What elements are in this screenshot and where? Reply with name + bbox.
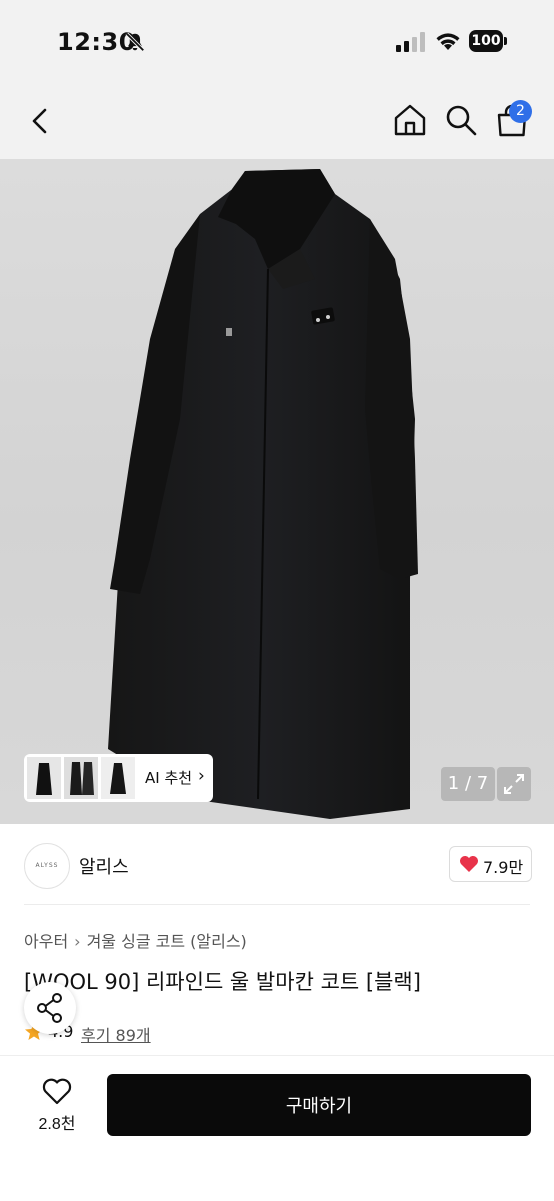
battery-level: 100 — [469, 30, 503, 52]
review-count-link[interactable]: 후기 89개 — [81, 1022, 151, 1046]
battery-tip — [504, 37, 507, 45]
battery-icon: 100 — [469, 30, 507, 52]
nav-bar — [0, 84, 554, 159]
product-title: [WOOL 90] 리파인드 울 발마칸 코트 [블랙] — [24, 970, 421, 994]
divider — [24, 904, 530, 905]
share-button[interactable] — [24, 982, 76, 1034]
home-icon — [394, 104, 426, 136]
heart-icon — [460, 856, 478, 872]
brand-like-count: 7.9만 — [483, 858, 524, 877]
thumbnail-1[interactable] — [27, 757, 61, 799]
chevron-right-icon: › — [198, 766, 205, 786]
brand-like-button[interactable]: 7.9만 — [449, 846, 532, 882]
share-icon — [37, 993, 62, 1023]
wifi-icon — [436, 33, 460, 50]
breadcrumb-item[interactable]: 겨울 싱글 코트 (알리스) — [87, 932, 247, 951]
brand-name[interactable]: 알리스 — [79, 853, 129, 879]
signal-icon — [396, 32, 425, 52]
breadcrumb-chevron-icon: › — [74, 932, 81, 951]
cart-count-badge: 2 — [509, 100, 532, 123]
thumbnail-2[interactable] — [64, 757, 98, 799]
product-image[interactable]: AI 추천 › 1 / 7 — [0, 159, 554, 824]
ai-recommend-strip[interactable]: AI 추천 › — [24, 754, 213, 802]
image-page-indicator: 1 / 7 — [441, 767, 495, 801]
thumbnail-3[interactable] — [101, 757, 135, 799]
home-button[interactable] — [392, 102, 428, 138]
bell-slash-icon — [125, 32, 145, 52]
search-button[interactable] — [443, 102, 479, 138]
bottom-action-bar: 2.8천 구매하기 — [0, 1055, 554, 1201]
expand-icon — [504, 774, 524, 794]
coat-photo — [108, 169, 418, 819]
wishlist-count: 2.8천 — [38, 1116, 76, 1133]
buy-button[interactable]: 구매하기 — [107, 1074, 531, 1136]
status-bar: 12:30 100 — [0, 0, 554, 84]
brand-logo[interactable]: ALYSS — [24, 843, 70, 889]
expand-button[interactable] — [497, 767, 531, 801]
back-chevron-icon — [32, 108, 47, 134]
search-icon — [446, 105, 477, 136]
breadcrumb-item[interactable]: 아우터 — [24, 932, 68, 951]
brand-row[interactable]: ALYSS 알리스 7.9만 — [0, 824, 554, 904]
breadcrumb: 아우터 › 겨울 싱글 코트 (알리스) — [24, 928, 247, 952]
heart-outline-icon — [42, 1078, 72, 1105]
ai-recommend-label: AI 추천 — [145, 769, 193, 787]
back-button[interactable] — [26, 104, 56, 138]
wishlist-button[interactable]: 2.8천 — [24, 1074, 90, 1136]
